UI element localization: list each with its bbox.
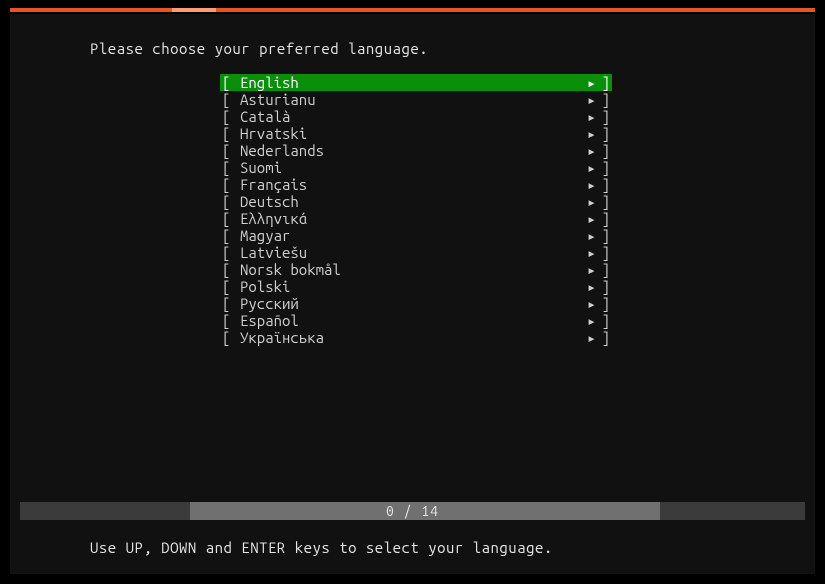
bracket-right: ] (596, 74, 612, 91)
chevron-right-icon: ▸ (576, 159, 596, 176)
bracket-left: [ (220, 295, 236, 312)
language-option[interactable]: [Hrvatski▸] (220, 125, 612, 142)
language-label: Norsk bokmål (236, 261, 576, 278)
bracket-right: ] (596, 210, 612, 227)
bracket-left: [ (220, 261, 236, 278)
chevron-right-icon: ▸ (576, 329, 596, 346)
language-option[interactable]: [Asturianu▸] (220, 91, 612, 108)
header-accent (172, 8, 216, 12)
language-label: Magyar (236, 227, 576, 244)
bracket-right: ] (596, 312, 612, 329)
language-label: Latviešu (236, 244, 576, 261)
bracket-right: ] (596, 125, 612, 142)
bracket-right: ] (596, 91, 612, 108)
language-option[interactable]: [Français▸] (220, 176, 612, 193)
language-label: English (236, 74, 576, 91)
chevron-right-icon: ▸ (576, 261, 596, 278)
language-option[interactable]: [Latviešu▸] (220, 244, 612, 261)
bracket-left: [ (220, 142, 236, 159)
language-label: Deutsch (236, 193, 576, 210)
bracket-right: ] (596, 227, 612, 244)
bracket-left: [ (220, 125, 236, 142)
bracket-left: [ (220, 176, 236, 193)
chevron-right-icon: ▸ (576, 210, 596, 227)
language-option[interactable]: [Norsk bokmål▸] (220, 261, 612, 278)
prompt-text: Please choose your preferred language. (90, 40, 428, 57)
language-option[interactable]: [Deutsch▸] (220, 193, 612, 210)
language-label: Asturianu (236, 91, 576, 108)
language-label: Русский (236, 295, 576, 312)
bracket-right: ] (596, 142, 612, 159)
main-panel: Please choose your preferred language. [… (10, 14, 815, 574)
language-label: Català (236, 108, 576, 125)
installer-screen: Please choose your preferred language. [… (0, 0, 825, 584)
progress-bar: 0 / 14 (20, 502, 805, 520)
language-option[interactable]: [Українська▸] (220, 329, 612, 346)
chevron-right-icon: ▸ (576, 244, 596, 261)
language-label: Nederlands (236, 142, 576, 159)
language-label: Українська (236, 329, 576, 346)
bracket-left: [ (220, 159, 236, 176)
chevron-right-icon: ▸ (576, 193, 596, 210)
bracket-right: ] (596, 295, 612, 312)
bracket-left: [ (220, 74, 236, 91)
bracket-left: [ (220, 227, 236, 244)
chevron-right-icon: ▸ (576, 278, 596, 295)
chevron-right-icon: ▸ (576, 227, 596, 244)
bracket-right: ] (596, 278, 612, 295)
chevron-right-icon: ▸ (576, 176, 596, 193)
bracket-left: [ (220, 210, 236, 227)
language-label: Polski (236, 278, 576, 295)
bracket-right: ] (596, 108, 612, 125)
bracket-left: [ (220, 244, 236, 261)
language-label: Ελληνικά (236, 210, 576, 227)
chevron-right-icon: ▸ (576, 312, 596, 329)
bracket-left: [ (220, 278, 236, 295)
bracket-left: [ (220, 193, 236, 210)
language-label: Hrvatski (236, 125, 576, 142)
bracket-right: ] (596, 244, 612, 261)
chevron-right-icon: ▸ (576, 125, 596, 142)
bracket-left: [ (220, 329, 236, 346)
bracket-left: [ (220, 108, 236, 125)
bracket-right: ] (596, 329, 612, 346)
bracket-right: ] (596, 193, 612, 210)
language-option[interactable]: [Suomi▸] (220, 159, 612, 176)
chevron-right-icon: ▸ (576, 295, 596, 312)
language-option[interactable]: [Ελληνικά▸] (220, 210, 612, 227)
bracket-right: ] (596, 176, 612, 193)
chevron-right-icon: ▸ (576, 91, 596, 108)
language-option[interactable]: [Magyar▸] (220, 227, 612, 244)
progress-text: 0 / 14 (386, 503, 439, 519)
language-label: Suomi (236, 159, 576, 176)
header-bar (10, 8, 815, 12)
chevron-right-icon: ▸ (576, 108, 596, 125)
language-option[interactable]: [Català▸] (220, 108, 612, 125)
bracket-right: ] (596, 261, 612, 278)
language-option[interactable]: [English▸] (220, 74, 612, 91)
language-label: Español (236, 312, 576, 329)
bracket-left: [ (220, 312, 236, 329)
bracket-right: ] (596, 159, 612, 176)
bracket-left: [ (220, 91, 236, 108)
language-option[interactable]: [Español▸] (220, 312, 612, 329)
language-label: Français (236, 176, 576, 193)
chevron-right-icon: ▸ (576, 142, 596, 159)
language-option[interactable]: [Nederlands▸] (220, 142, 612, 159)
language-list[interactable]: [English▸][Asturianu▸][Català▸][Hrvatski… (220, 74, 612, 346)
language-option[interactable]: [Русский▸] (220, 295, 612, 312)
chevron-right-icon: ▸ (576, 74, 596, 91)
footer-hint: Use UP, DOWN and ENTER keys to select yo… (90, 539, 553, 556)
language-option[interactable]: [Polski▸] (220, 278, 612, 295)
